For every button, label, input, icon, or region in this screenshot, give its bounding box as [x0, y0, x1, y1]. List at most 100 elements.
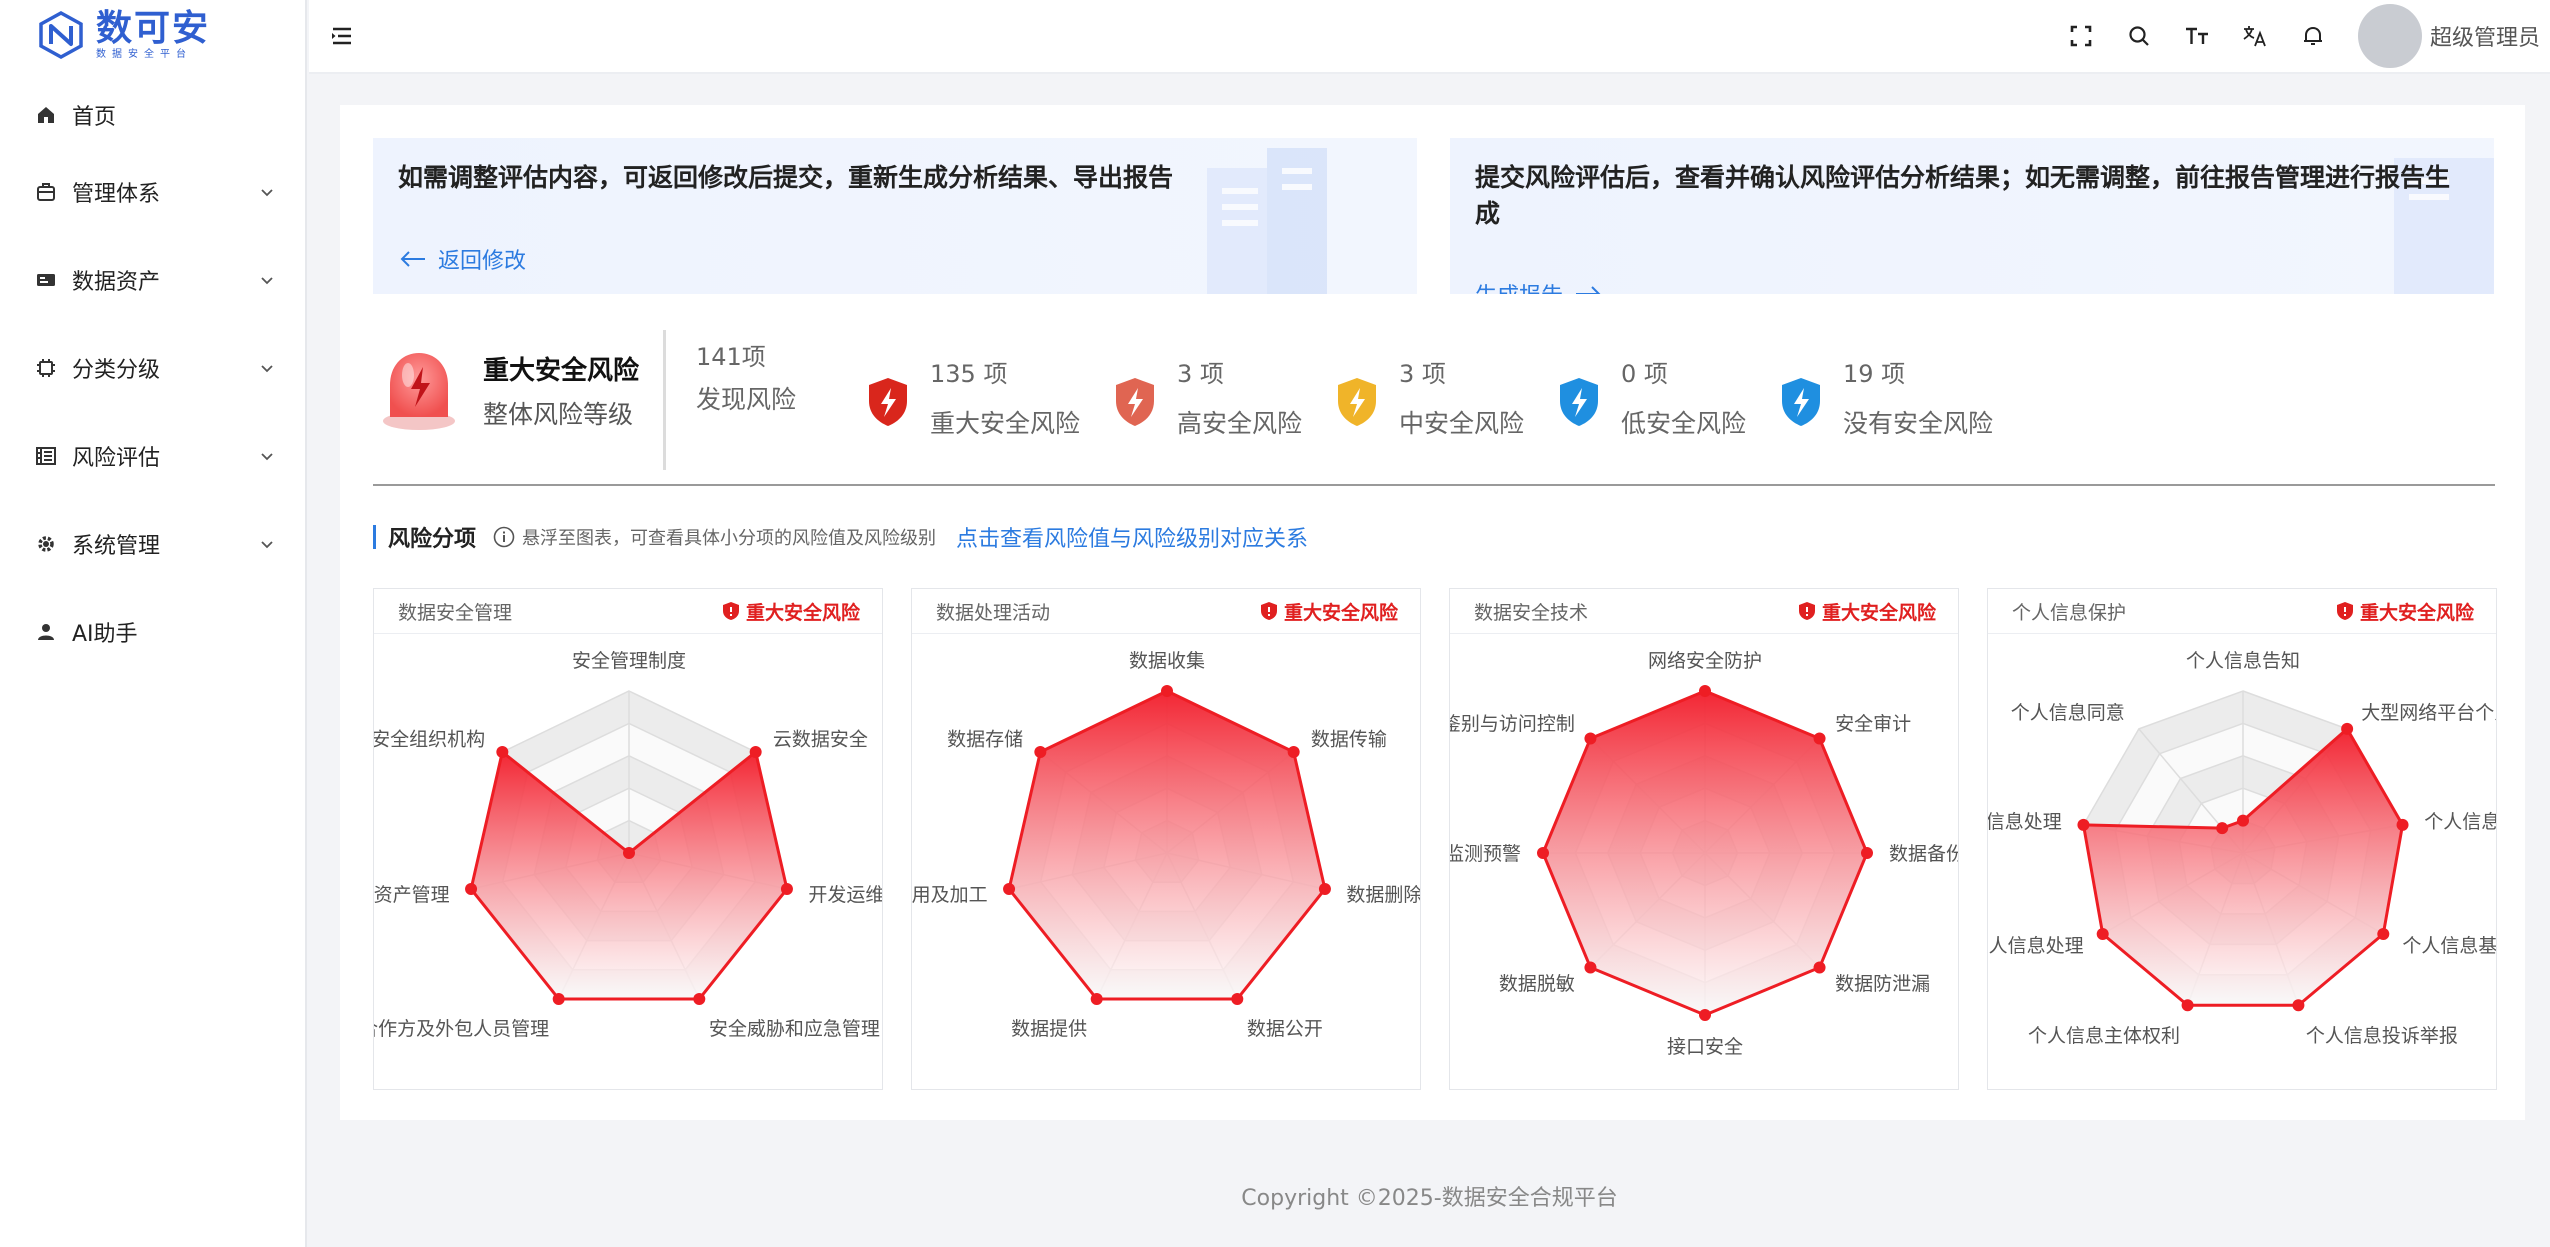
- shield-icon: [1338, 378, 1376, 426]
- radar-point[interactable]: [1699, 685, 1711, 697]
- risk-mapping-link[interactable]: 点击查看风险值与风险级别对应关系: [956, 521, 1308, 553]
- radar-point[interactable]: [465, 883, 478, 896]
- radar-panel-personal-info-protection[interactable]: 个人信息保护 重大安全风险 个人信息告知大型网络平台个人信息保护个人信息个人信息…: [1987, 588, 2497, 1090]
- section-hint: 悬浮至图表，可查看具体小分项的风险值及风险级别: [522, 528, 937, 549]
- radar-point[interactable]: [2396, 818, 2409, 831]
- avatar[interactable]: [2357, 4, 2422, 68]
- logo-subtitle: 数据安全平台: [96, 49, 192, 60]
- search-icon: [2129, 26, 2149, 46]
- stat-low-risk: 0 项低安全风险: [1557, 360, 1746, 440]
- panel-title: 个人信息保护: [2012, 601, 2127, 624]
- radar-chart[interactable]: 个人信息告知大型网络平台个人信息保护个人信息个人信息基个人信息投诉举报 个人信息主…: [1988, 634, 2497, 1090]
- radar-point[interactable]: [2341, 722, 2354, 735]
- banner-text: 如需调整评估内容，可返回修改后提交，重新生成分析结果、导出报告: [398, 163, 1174, 192]
- sidebar-item-management-system[interactable]: 管理体系: [0, 148, 305, 236]
- calculator-icon: [34, 444, 58, 468]
- radar-point[interactable]: [1813, 961, 1826, 974]
- radar-point[interactable]: [552, 992, 565, 1005]
- radar-point[interactable]: [1231, 992, 1244, 1005]
- radar-chart[interactable]: 数据收集数据传输数据删除数据公开 数据提供 数据使用及加工 数据存储: [912, 634, 1421, 1090]
- search-button[interactable]: [2110, 16, 2168, 56]
- radar-point[interactable]: [1287, 745, 1300, 758]
- radar-axis-label: 数据使用及加工: [911, 884, 988, 906]
- font-size-button[interactable]: [2168, 16, 2226, 56]
- radar-point[interactable]: [693, 992, 706, 1005]
- info-icon[interactable]: [492, 525, 516, 549]
- radar-panel-data-processing[interactable]: 数据处理活动 重大安全风险 数据收集 数据传输 数据删除 数据公开 数据提供 数据使用及加…: [911, 588, 1421, 1090]
- radar-chart[interactable]: 网络安全防护安全审计数据备份数据防泄漏接口安全 数据脱敏 监测预警 身份鉴别与访问控制: [1450, 634, 1959, 1090]
- radar-chart[interactable]: 安全管理制度云数据安全开发运维安全威胁和应急管理 合作方及外包人员管理资产管理 安全…: [374, 634, 883, 1090]
- id-card-icon: [34, 268, 58, 292]
- radar-point[interactable]: [1537, 847, 1549, 859]
- return-edit-link[interactable]: 返回修改: [398, 243, 526, 275]
- radar-point[interactable]: [1318, 883, 1331, 896]
- radar-panel-data-security-technology[interactable]: 数据安全技术 重大安全风险 网络安全防护 安全审计 数据备份 数据防泄漏 接口安全 数据脱…: [1449, 588, 1959, 1090]
- logo[interactable]: 数可安 数据安全平台: [0, 0, 305, 70]
- home-icon: [34, 103, 58, 127]
- notifications-button[interactable]: [2284, 16, 2342, 56]
- radar-point[interactable]: [2216, 822, 2229, 835]
- alarm-light-icon: [383, 353, 455, 430]
- shield-icon: [869, 378, 907, 426]
- radar-point[interactable]: [2292, 999, 2305, 1012]
- sidebar-item-home[interactable]: 首页: [0, 82, 305, 148]
- stat-count: 19 项: [1843, 360, 1906, 388]
- radar-axis-label: 个人信息基: [2402, 935, 2497, 957]
- radar-point[interactable]: [2077, 818, 2090, 831]
- generate-report-link[interactable]: 生成报告: [1475, 278, 1603, 294]
- logo-title: 数可安: [96, 8, 211, 49]
- sidebar-item-ai-assistant[interactable]: AI助手: [0, 588, 305, 676]
- chevron-down-icon: [261, 541, 273, 549]
- radar-axis-label: 数据传输: [1311, 728, 1387, 750]
- radar-point[interactable]: [1584, 961, 1597, 974]
- fullscreen-button[interactable]: [2052, 16, 2110, 56]
- stat-count: 3 项: [1399, 360, 1446, 388]
- radar-point[interactable]: [1161, 685, 1173, 697]
- radar-point[interactable]: [1034, 745, 1047, 758]
- stat-high-risk: 3 项高安全风险: [1113, 360, 1302, 440]
- stat-medium-risk: 3 项中安全风险: [1335, 360, 1524, 440]
- sidebar-item-system-management[interactable]: 系统管理: [0, 500, 305, 588]
- username[interactable]: 超级管理员: [2430, 20, 2540, 52]
- radar-point[interactable]: [623, 847, 635, 859]
- panel-risk-level-label: 重大安全风险: [2359, 601, 2474, 624]
- sidebar-nav: 首页 管理体系 数据资产 分类分级 风险评估 系统管理 AI助手: [0, 82, 305, 676]
- stat-label: 没有安全风险: [1843, 409, 1994, 438]
- radar-point[interactable]: [1003, 883, 1016, 896]
- radar-panel-data-security-management[interactable]: 数据安全管理 重大安全风险 安全管理制度 云数据安全 开发运维 安全威胁和应急管理 合作…: [373, 588, 883, 1090]
- banner-text: 提交风险评估后，查看并确认风险评估分析结果；如无需调整，前往报告管理进行报告生成: [1475, 163, 2451, 228]
- radar-axis-label: 数据删除: [1346, 884, 1421, 906]
- radar-point[interactable]: [1584, 732, 1597, 745]
- radar-axis-label: 个人信息主体权利: [2028, 1025, 2180, 1047]
- panel-risk-level-label: 重大安全风险: [745, 601, 860, 624]
- panel-risk-level: 重大安全风险: [722, 598, 860, 625]
- radar-point[interactable]: [2377, 928, 2390, 940]
- risk-summary: 重大安全风险 整体风险等级 141项 发现风险 135 项重大安全风险 3 项高…: [373, 320, 2495, 486]
- shield-icon: [1560, 378, 1598, 426]
- radar-point[interactable]: [496, 745, 509, 758]
- radar-point[interactable]: [1813, 732, 1826, 745]
- radar-point[interactable]: [780, 883, 793, 896]
- stat-count: 3 项: [1177, 360, 1224, 388]
- radar-axis-label: 数据备份: [1889, 843, 1959, 865]
- sidebar-item-data-assets[interactable]: 数据资产: [0, 236, 305, 324]
- language-button[interactable]: [2226, 16, 2284, 56]
- radar-point[interactable]: [2237, 814, 2249, 827]
- radar-point[interactable]: [749, 745, 762, 758]
- radar-point[interactable]: [1861, 847, 1873, 859]
- panel-risk-level: 重大安全风险: [1798, 598, 1936, 625]
- radar-axis-label: 个人信息同意: [2011, 702, 2125, 724]
- font-size-icon: [2185, 27, 2208, 44]
- arrow-right-icon: [1576, 286, 1601, 294]
- radar-point[interactable]: [2096, 928, 2109, 940]
- sidebar-item-classification[interactable]: 分类分级: [0, 324, 305, 412]
- radar-point[interactable]: [1090, 992, 1103, 1005]
- radar-point[interactable]: [2181, 999, 2194, 1012]
- panel-title: 数据安全技术: [1474, 601, 1589, 624]
- radar-series-area[interactable]: [1007, 689, 1327, 1001]
- risk-analysis-card: 如需调整评估内容，可返回修改后提交，重新生成分析结果、导出报告 返回修改 提交风…: [340, 105, 2525, 1120]
- menu-toggle-button[interactable]: [327, 21, 357, 51]
- radar-axis-label: 身份鉴别与访问控制: [1449, 713, 1575, 735]
- radar-point[interactable]: [1699, 1009, 1711, 1021]
- sidebar-item-risk-assessment[interactable]: 风险评估: [0, 412, 305, 500]
